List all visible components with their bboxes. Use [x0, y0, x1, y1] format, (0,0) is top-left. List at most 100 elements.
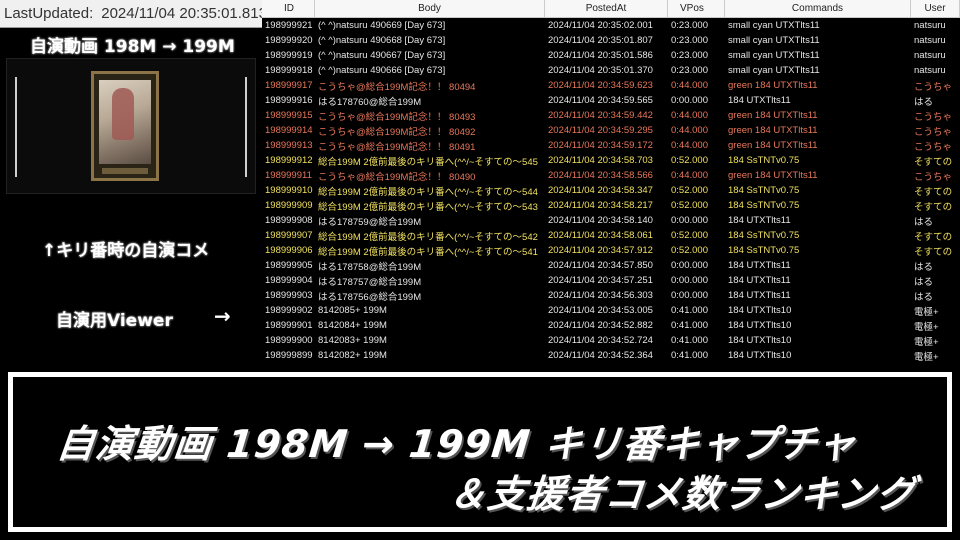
- table-row[interactable]: 198999915 こうちゃ@総合199M記念！！ 80493 2024/11/04…: [262, 108, 960, 123]
- cell-body: (^ ^)natsuru 490667 [Day 673]: [318, 50, 446, 61]
- comment-table[interactable]: ID Body PostedAt VPos Commands User 1989…: [262, 0, 960, 366]
- cell-postedat: 2024/11/04 20:35:02.001: [548, 20, 653, 31]
- cell-body: はる178759@総合199M: [318, 216, 422, 228]
- cell-body: 8142085+ 199M: [318, 305, 387, 316]
- cell-id: 198999899: [265, 350, 313, 361]
- cell-vpos: 0:52.000: [671, 200, 708, 211]
- table-body: 198999921 (^ ^)natsuru 490669 [Day 673] 20…: [262, 18, 960, 363]
- cell-body: 8142082+ 199M: [318, 350, 387, 361]
- cell-id: 198999918: [265, 65, 313, 76]
- cell-vpos: 0:00.000: [671, 215, 708, 226]
- cell-postedat: 2024/11/04 20:34:58.347: [548, 185, 653, 196]
- cell-user: natsuru: [914, 20, 946, 31]
- column-header-vpos[interactable]: VPos: [668, 0, 725, 17]
- cell-postedat: 2024/11/04 20:34:52.364: [548, 350, 653, 361]
- cell-user: 電極+: [914, 306, 939, 318]
- table-row[interactable]: 198999918 (^ ^)natsuru 490666 [Day 673] 20…: [262, 63, 960, 78]
- cell-vpos: 0:44.000: [671, 170, 708, 181]
- cell-vpos: 0:44.000: [671, 125, 708, 136]
- cell-commands: 184 UTXTlts11: [728, 260, 791, 271]
- table-row[interactable]: 198999900 8142083+ 199M 2024/11/04 20:34:5…: [262, 333, 960, 348]
- table-row[interactable]: 198999907 総合199M 2億前最後のキリ番へ(^^/~そすての～542 2…: [262, 228, 960, 243]
- column-header-user[interactable]: User: [911, 0, 960, 17]
- table-row[interactable]: 198999917 こうちゃ@総合199M記念！！ 80494 2024/11/04…: [262, 78, 960, 93]
- cell-postedat: 2024/11/04 20:34:57.251: [548, 275, 653, 286]
- cell-id: 198999915: [265, 110, 313, 121]
- table-row[interactable]: 198999908 はる178759@総合199M 2024/11/04 20:34…: [262, 213, 960, 228]
- cell-postedat: 2024/11/04 20:34:52.882: [548, 320, 653, 331]
- cell-user: はる: [914, 291, 934, 303]
- card-image: [91, 71, 159, 181]
- table-row[interactable]: 198999913 こうちゃ@総合199M記念！！ 80491 2024/11/04…: [262, 138, 960, 153]
- cell-vpos: 0:23.000: [671, 50, 708, 61]
- table-row[interactable]: 198999906 総合199M 2億前最後のキリ番へ(^^/~そすての～541 2…: [262, 243, 960, 258]
- column-header-postedat[interactable]: PostedAt: [545, 0, 668, 17]
- banner-title-line2: ＆支援者コメ数ランキング: [446, 472, 918, 516]
- cell-body: 8142083+ 199M: [318, 335, 387, 346]
- cell-postedat: 2024/11/04 20:34:58.140: [548, 215, 653, 226]
- table-row[interactable]: 198999905 はる178758@総合199M 2024/11/04 20:34…: [262, 258, 960, 273]
- cell-body: はる178758@総合199M: [318, 261, 422, 273]
- cell-body: (^ ^)natsuru 490669 [Day 673]: [318, 20, 446, 31]
- cell-postedat: 2024/11/04 20:35:01.586: [548, 50, 653, 61]
- cell-commands: green 184 UTXTlts11: [728, 110, 818, 121]
- cell-vpos: 0:44.000: [671, 80, 708, 91]
- table-row[interactable]: 198999919 (^ ^)natsuru 490667 [Day 673] 20…: [262, 48, 960, 63]
- cell-body: 総合199M 2億前最後のキリ番へ(^^/~そすての～541: [318, 246, 538, 258]
- table-row[interactable]: 198999920 (^ ^)natsuru 490668 [Day 673] 20…: [262, 33, 960, 48]
- table-row[interactable]: 198999910 総合199M 2億前最後のキリ番へ(^^/~そすての～544 2…: [262, 183, 960, 198]
- cell-postedat: 2024/11/04 20:34:57.912: [548, 245, 653, 256]
- cell-body: 総合199M 2億前最後のキリ番へ(^^/~そすての～542: [318, 231, 538, 243]
- cell-user: こうちゃ: [914, 171, 953, 183]
- cell-commands: 184 SsTNTv0.75: [728, 155, 800, 166]
- title-banner: 自演動画 198M → 199M キリ番キャプチャ ＆支援者コメ数ランキング: [8, 372, 952, 532]
- cell-body: こうちゃ@総合199M記念！！ 80493: [318, 111, 476, 123]
- card-nameplate: [102, 168, 148, 174]
- video-preview[interactable]: [6, 58, 256, 194]
- cell-postedat: 2024/11/04 20:34:58.703: [548, 155, 653, 166]
- video-title: 自演動画 198M → 199M: [30, 37, 235, 57]
- cell-postedat: 2024/11/04 20:34:59.295: [548, 125, 653, 136]
- column-header-body[interactable]: Body: [315, 0, 545, 17]
- cell-postedat: 2024/11/04 20:34:57.850: [548, 260, 653, 271]
- cell-user: 電極+: [914, 351, 939, 363]
- table-row[interactable]: 198999902 8142085+ 199M 2024/11/04 20:34:5…: [262, 303, 960, 318]
- cell-commands: small cyan UTXTlts11: [728, 35, 820, 46]
- cell-id: 198999903: [265, 290, 313, 301]
- cell-postedat: 2024/11/04 20:34:59.442: [548, 110, 653, 121]
- cell-user: こうちゃ: [914, 126, 953, 138]
- cell-user: こうちゃ: [914, 141, 953, 153]
- cell-postedat: 2024/11/04 20:34:59.172: [548, 140, 653, 151]
- cell-vpos: 0:41.000: [671, 335, 708, 346]
- cell-user: 電極+: [914, 321, 939, 333]
- cell-id: 198999910: [265, 185, 313, 196]
- cell-vpos: 0:41.000: [671, 305, 708, 316]
- cell-user: natsuru: [914, 35, 946, 46]
- table-row[interactable]: 198999899 8142082+ 199M 2024/11/04 20:34:5…: [262, 348, 960, 363]
- table-row[interactable]: 198999903 はる178756@総合199M 2024/11/04 20:34…: [262, 288, 960, 303]
- cell-commands: 184 UTXTlts11: [728, 215, 791, 226]
- cell-vpos: 0:52.000: [671, 185, 708, 196]
- arrow-right-icon: →: [214, 304, 231, 328]
- kiri-caption: ↑キリ番時の自演コメ: [42, 241, 210, 261]
- table-row[interactable]: 198999914 こうちゃ@総合199M記念！！ 80492 2024/11/04…: [262, 123, 960, 138]
- table-row[interactable]: 198999904 はる178757@総合199M 2024/11/04 20:34…: [262, 273, 960, 288]
- cell-commands: 184 UTXTlts10: [728, 335, 792, 346]
- card-figure: [112, 88, 134, 140]
- table-row[interactable]: 198999921 (^ ^)natsuru 490669 [Day 673] 20…: [262, 18, 960, 33]
- table-row[interactable]: 198999912 総合199M 2億前最後のキリ番へ(^^/~そすての～545 2…: [262, 153, 960, 168]
- cell-postedat: 2024/11/04 20:34:58.061: [548, 230, 653, 241]
- last-updated-bar: LastUpdated: 2024/11/04 20:35:01.813: [0, 0, 267, 28]
- cell-postedat: 2024/11/04 20:34:59.623: [548, 80, 653, 91]
- table-row[interactable]: 198999911 こうちゃ@総合199M記念！！ 80490 2024/11/04…: [262, 168, 960, 183]
- column-header-commands[interactable]: Commands: [725, 0, 911, 17]
- column-header-id[interactable]: ID: [262, 0, 315, 17]
- cell-id: 198999900: [265, 335, 313, 346]
- table-row[interactable]: 198999901 8142084+ 199M 2024/11/04 20:34:5…: [262, 318, 960, 333]
- cell-body: こうちゃ@総合199M記念！！ 80492: [318, 126, 476, 138]
- table-row[interactable]: 198999909 総合199M 2億前最後のキリ番へ(^^/~そすての～543 2…: [262, 198, 960, 213]
- cell-id: 198999911: [265, 170, 312, 181]
- last-updated-label: LastUpdated:: [4, 5, 94, 22]
- table-row[interactable]: 198999916 はる178760@総合199M 2024/11/04 20:34…: [262, 93, 960, 108]
- cell-vpos: 0:23.000: [671, 20, 708, 31]
